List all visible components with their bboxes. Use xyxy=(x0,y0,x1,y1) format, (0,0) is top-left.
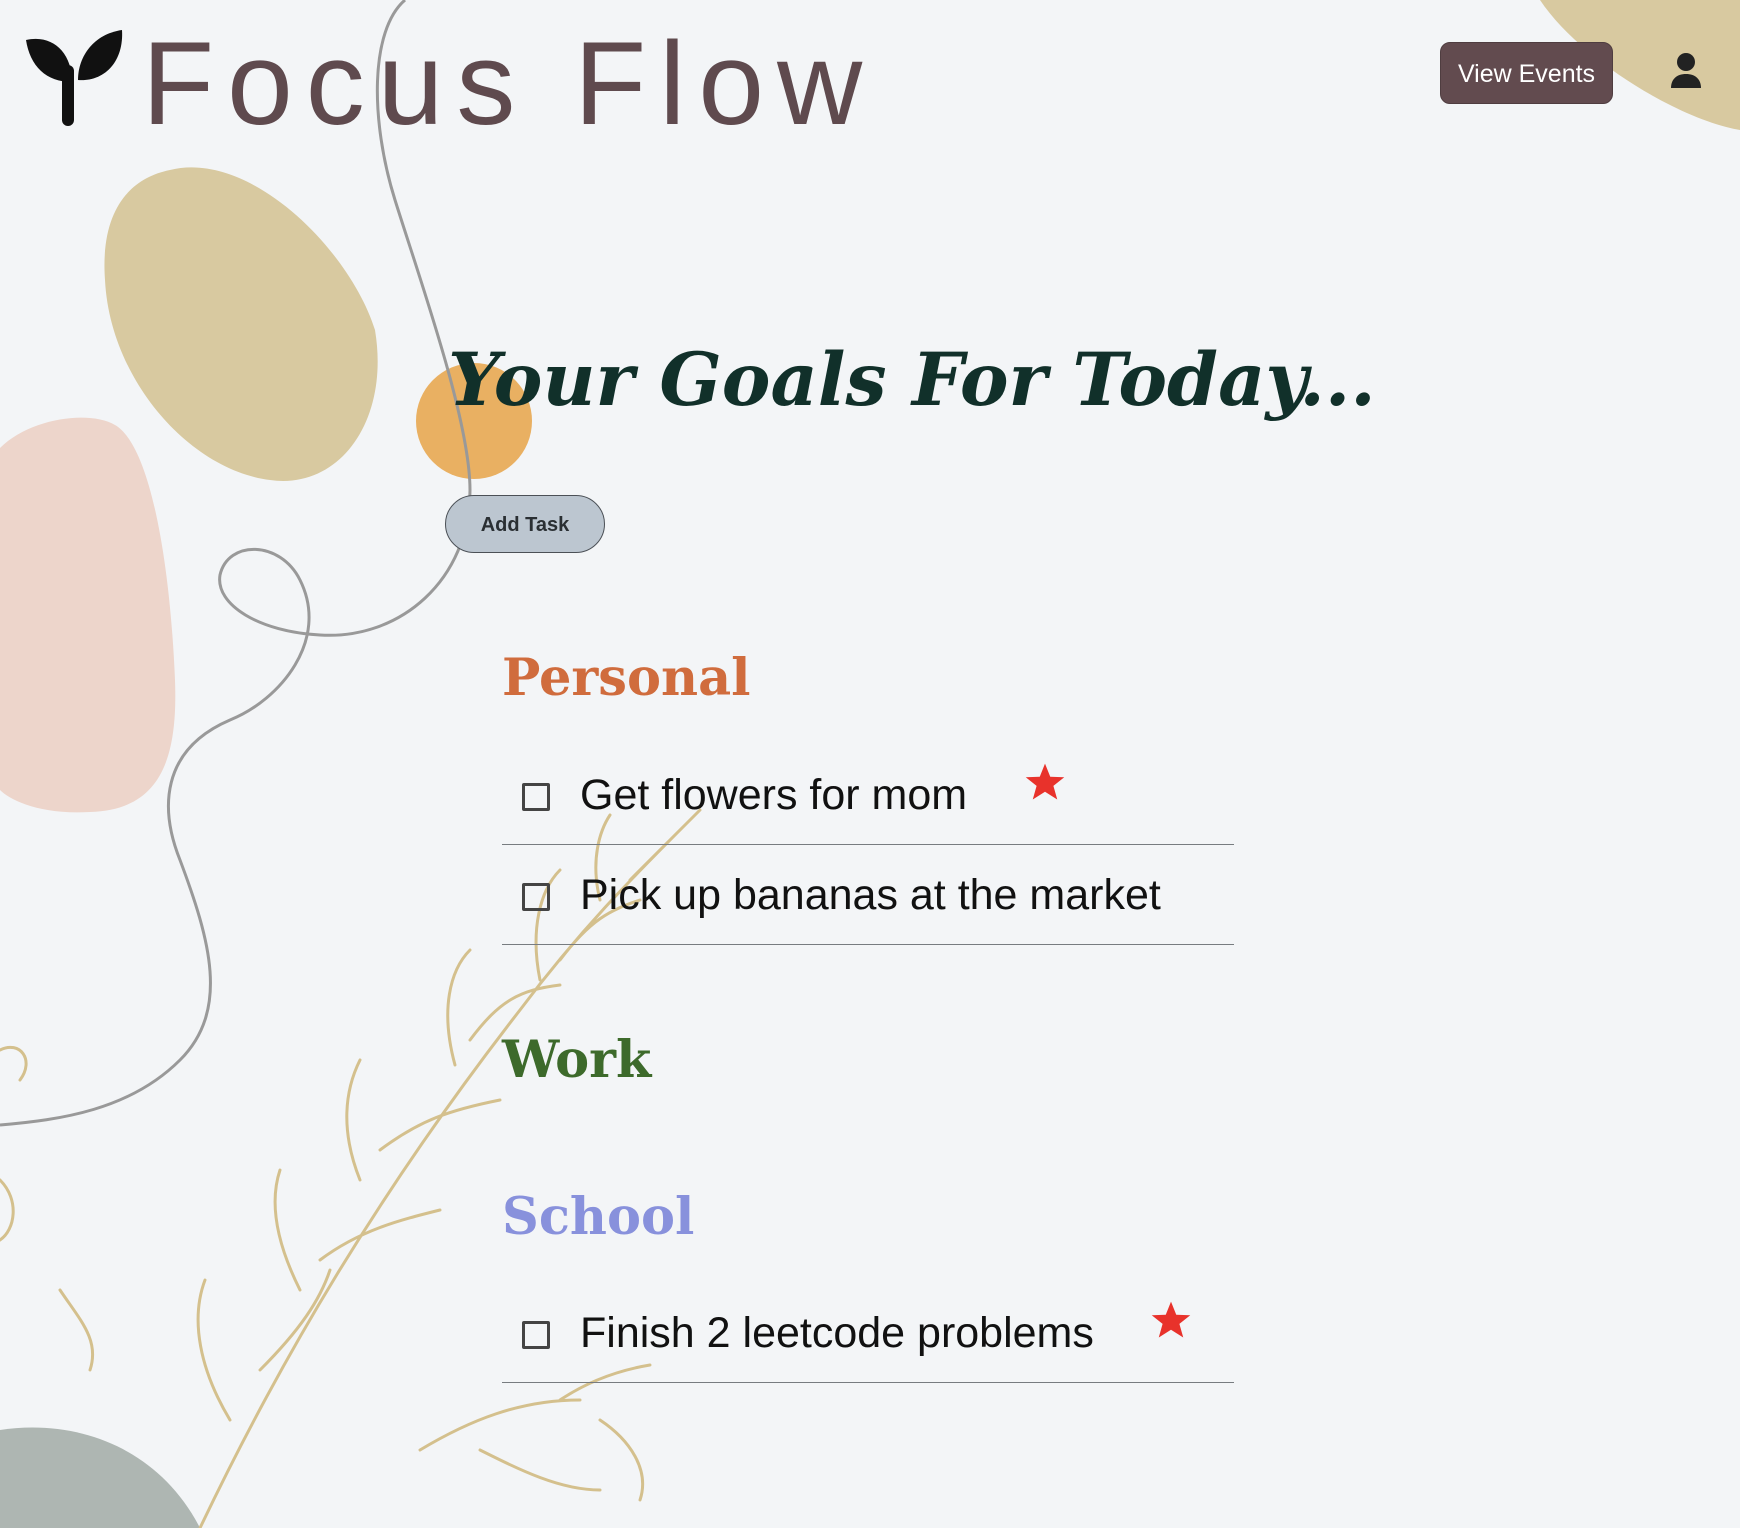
task-text: Finish 2 leetcode problems xyxy=(580,1309,1094,1357)
category-title-work: Work xyxy=(502,1030,652,1090)
checkbox-icon[interactable] xyxy=(522,783,550,811)
category-title-personal: Personal xyxy=(502,648,751,708)
top-header: Focus Flow View Events xyxy=(0,0,1740,150)
task-text: Get flowers for mom xyxy=(580,771,968,819)
task-text: Pick up bananas at the market xyxy=(580,871,1161,919)
goals-section: Your Goals For Today... Add Task Persona… xyxy=(0,0,1740,1528)
category-title-school: School xyxy=(502,1187,695,1247)
task-row: Get flowers for mom xyxy=(502,745,1234,845)
view-events-button[interactable]: View Events xyxy=(1440,42,1613,104)
focus-flow-page: Focus Flow View Events Your Goals For To… xyxy=(0,0,1740,1528)
checkbox-icon[interactable] xyxy=(522,1321,550,1349)
brand-name: Focus Flow xyxy=(142,18,876,150)
add-task-button[interactable]: Add Task xyxy=(445,495,605,553)
checkbox-icon[interactable] xyxy=(522,883,550,911)
user-icon[interactable] xyxy=(1668,52,1704,92)
page-title: Your Goals For Today... xyxy=(448,337,1376,423)
star-icon[interactable] xyxy=(1024,761,1066,803)
sprout-icon xyxy=(26,30,123,126)
task-row: Pick up bananas at the market xyxy=(502,845,1234,945)
star-icon[interactable] xyxy=(1150,1299,1192,1341)
task-row: Finish 2 leetcode problems xyxy=(502,1283,1234,1383)
